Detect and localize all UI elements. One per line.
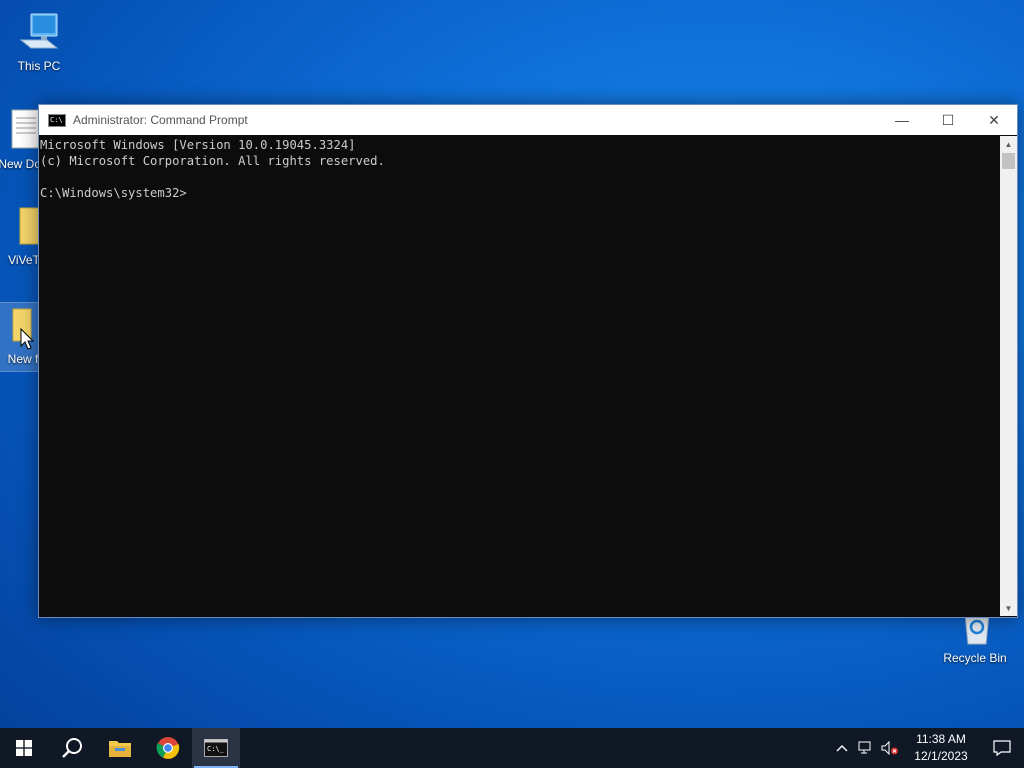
this-pc-label: This PC	[17, 59, 61, 73]
scroll-down-arrow-icon[interactable]: ▼	[1000, 600, 1017, 616]
volume-muted-icon[interactable]	[878, 741, 902, 755]
new-folder-label: New f	[7, 352, 39, 366]
folder-icon	[109, 741, 131, 757]
action-center-button[interactable]	[980, 740, 1024, 756]
scrollbar-thumb[interactable]	[1002, 153, 1015, 169]
network-icon[interactable]	[854, 741, 878, 755]
maximize-icon: ☐	[941, 111, 955, 128]
start-button[interactable]	[0, 728, 48, 768]
command-prompt-taskbar-button[interactable]: C:\_	[192, 728, 240, 768]
console-line: Microsoft Windows [Version 10.0.19045.33…	[40, 138, 356, 152]
recycle-bin-label: Recycle Bin	[943, 651, 1007, 665]
windows-logo-icon	[16, 740, 32, 756]
notification-icon	[993, 740, 1011, 756]
clock-date: 12/1/2023	[914, 749, 968, 763]
system-tray: 11:38 AM 12/1/2023	[830, 728, 1024, 768]
command-prompt-icon: C:\	[48, 113, 66, 127]
mouse-cursor-icon	[20, 328, 34, 350]
window-title: Administrator: Command Prompt	[73, 113, 248, 127]
close-button[interactable]: ✕	[971, 105, 1017, 135]
console-prompt-line: C:\Windows\system32>	[40, 186, 187, 200]
taskbar: C:\_ 11:38 AM 12/1/2023	[0, 728, 1024, 768]
recycle-bin-desktop-icon[interactable]: Recycle Bin	[937, 612, 1013, 666]
close-icon: ✕	[988, 111, 1000, 128]
clock[interactable]: 11:38 AM 12/1/2023	[906, 731, 976, 765]
window-titlebar[interactable]: C:\ Administrator: Command Prompt — ☐ ✕	[39, 105, 1017, 135]
vertical-scrollbar[interactable]: ▲ ▼	[1000, 136, 1017, 616]
computer-icon	[19, 13, 59, 49]
svg-text:C:\_: C:\_	[207, 745, 225, 753]
clock-time: 11:38 AM	[916, 732, 966, 746]
maximize-button[interactable]: ☐	[925, 105, 971, 135]
show-hidden-icons-chevron-icon[interactable]	[830, 744, 854, 752]
search-icon	[62, 738, 82, 758]
command-prompt-window[interactable]: C:\ Administrator: Command Prompt — ☐ ✕ …	[38, 104, 1018, 618]
this-pc-desktop-icon[interactable]: This PC	[1, 10, 77, 74]
search-button[interactable]	[48, 728, 96, 768]
chrome-taskbar-button[interactable]	[144, 728, 192, 768]
file-explorer-taskbar-button[interactable]	[96, 728, 144, 768]
minimize-icon: —	[895, 112, 909, 128]
console-line: (c) Microsoft Corporation. All rights re…	[40, 154, 385, 168]
minimize-button[interactable]: —	[879, 105, 925, 135]
scroll-up-arrow-icon[interactable]: ▲	[1000, 136, 1017, 152]
console-output[interactable]: Microsoft Windows [Version 10.0.19045.33…	[39, 136, 1000, 617]
command-prompt-icon: C:\_	[204, 739, 228, 757]
chrome-icon	[156, 737, 180, 759]
